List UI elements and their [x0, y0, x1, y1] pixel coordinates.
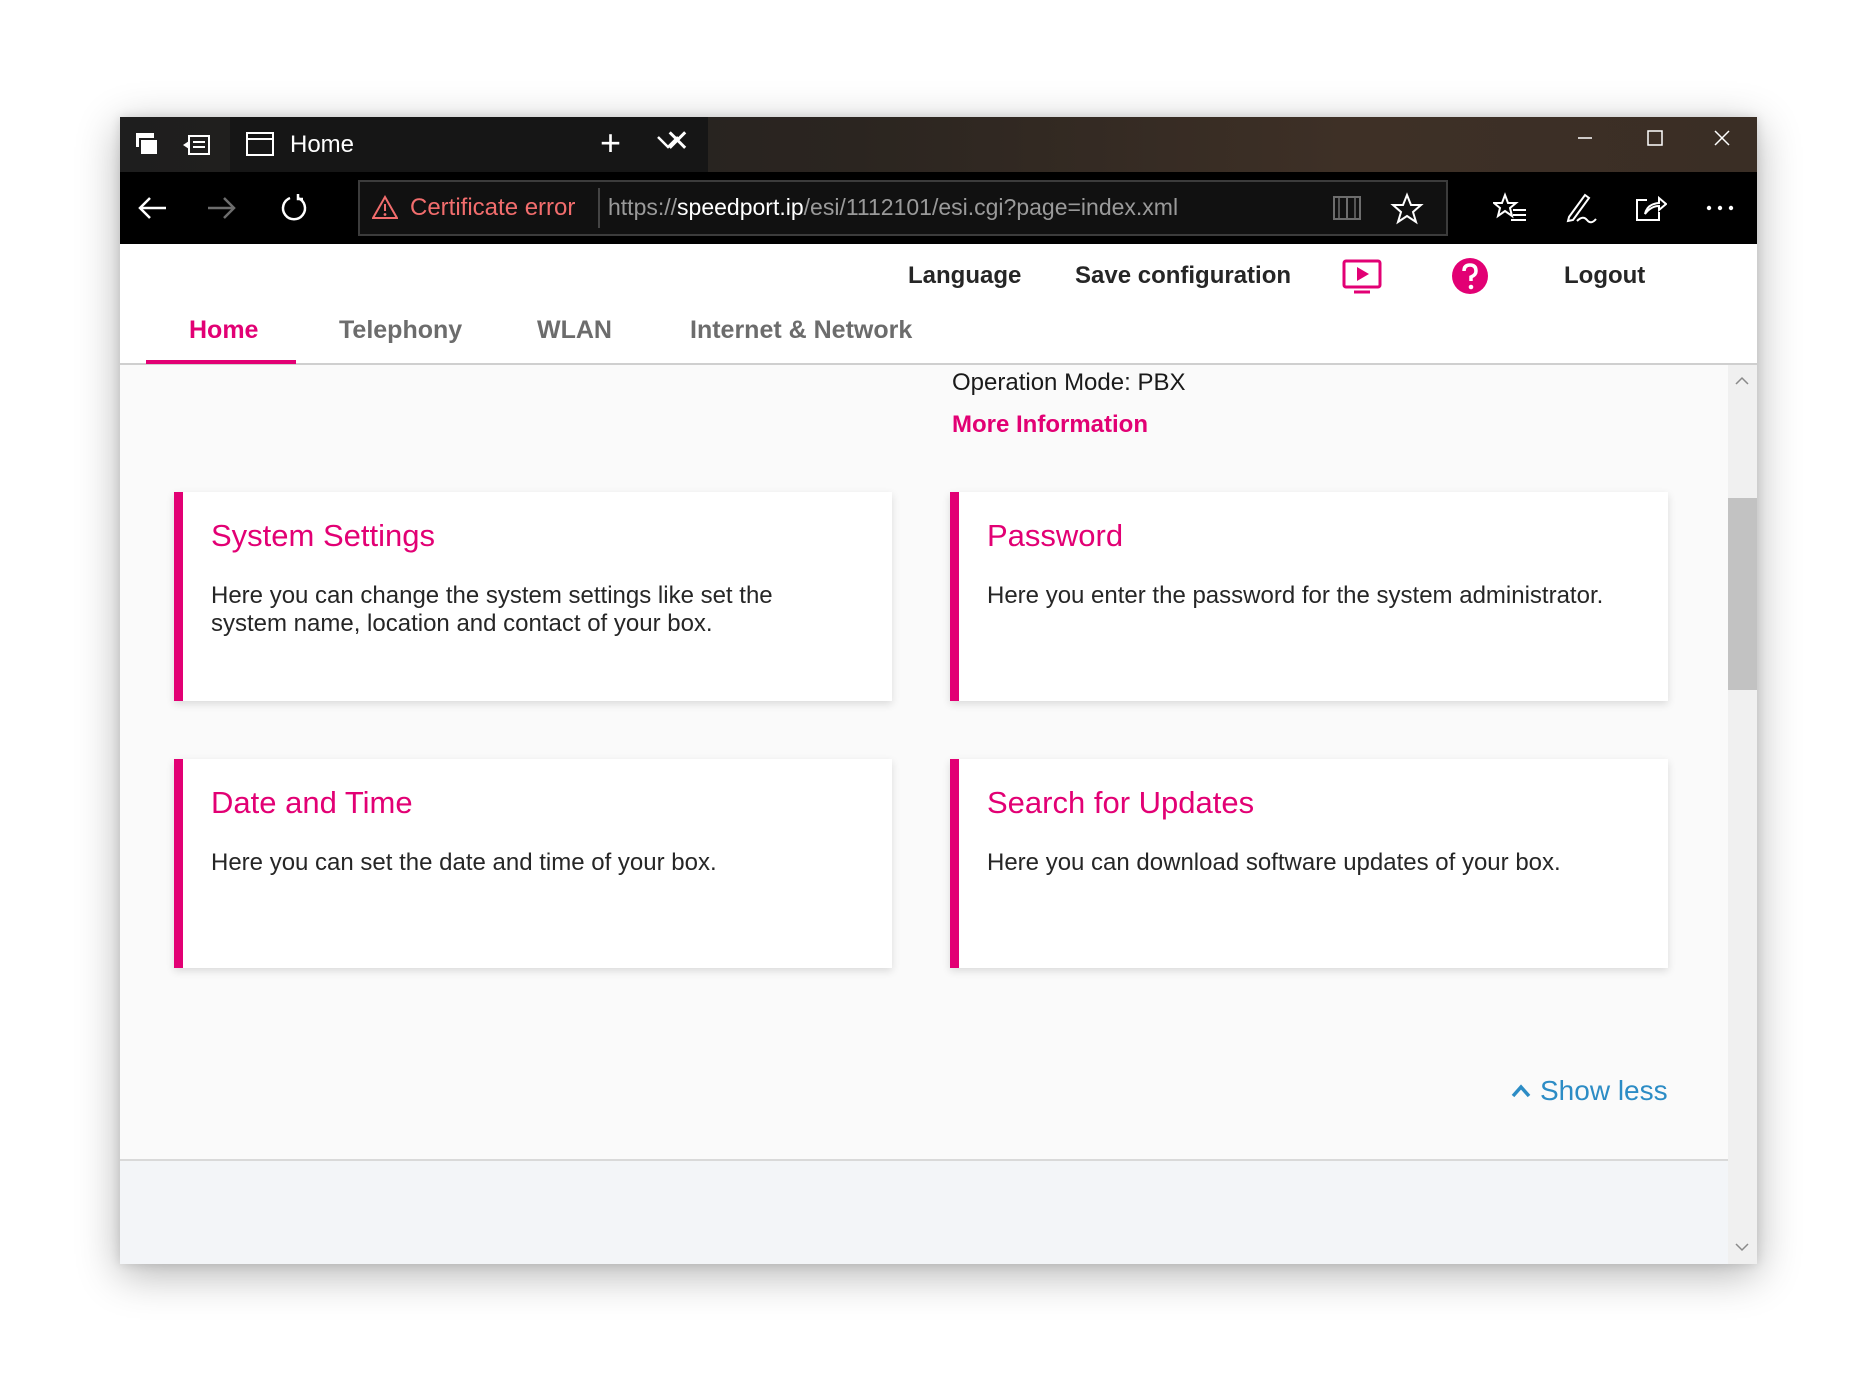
- tab-title: Home: [290, 131, 355, 158]
- forward-arrow-icon[interactable]: [202, 190, 242, 226]
- scroll-down-arrow-icon[interactable]: [1734, 1239, 1750, 1255]
- nav-telephony[interactable]: Telephony: [339, 316, 462, 345]
- favorites-hub-icon[interactable]: [1490, 190, 1530, 226]
- show-less-label: Show less: [1540, 1075, 1668, 1106]
- minimize-icon[interactable]: [1550, 117, 1620, 159]
- card-password[interactable]: Password Here you enter the password for…: [950, 492, 1668, 701]
- card-description: Here you can download software updates o…: [987, 849, 1561, 876]
- card-title: Date and Time: [211, 785, 413, 820]
- show-less-link[interactable]: Show less: [1510, 1075, 1668, 1107]
- certificate-error-indicator[interactable]: Certificate error: [372, 192, 575, 224]
- scrollbar-thumb[interactable]: [1728, 498, 1757, 690]
- refresh-icon[interactable]: [274, 190, 314, 226]
- browser-window: Home ✕ + Certificate error https://speed…: [120, 117, 1757, 1264]
- active-nav-indicator: [146, 360, 296, 364]
- scroll-up-arrow-icon[interactable]: [1734, 373, 1750, 389]
- nav-home[interactable]: Home: [189, 316, 258, 345]
- back-arrow-icon[interactable]: [132, 190, 172, 226]
- url-path: /esi/1112101/esi.cgi?page=index.xml: [803, 194, 1179, 220]
- page-footer: [120, 1159, 1728, 1264]
- operation-mode-text: Operation Mode: PBX: [952, 369, 1186, 396]
- card-search-for-updates[interactable]: Search for Updates Here you can download…: [950, 759, 1668, 968]
- card-title: Password: [987, 518, 1124, 553]
- maximize-icon[interactable]: [1620, 117, 1690, 159]
- main-content: Operation Mode: PBX More Information Sys…: [120, 365, 1728, 1264]
- tab-actions-icon[interactable]: [128, 127, 168, 163]
- card-title: System Settings: [211, 518, 435, 553]
- url-text[interactable]: https://speedport.ip/esi/1112101/esi.cgi…: [608, 194, 1178, 221]
- nav-wlan[interactable]: WLAN: [537, 316, 612, 345]
- url-host: speedport.ip: [677, 194, 804, 220]
- share-icon[interactable]: [1630, 190, 1670, 226]
- more-information-link[interactable]: More Information: [952, 411, 1148, 439]
- page-header: Language Save configuration Logout Home …: [120, 244, 1757, 365]
- tab-list-chevron-icon[interactable]: [655, 129, 681, 160]
- nav-internet-network[interactable]: Internet & Network: [690, 316, 912, 345]
- set-tabs-aside-icon[interactable]: [176, 127, 216, 163]
- page-icon: [246, 132, 274, 156]
- title-bar: Home ✕ +: [120, 117, 1757, 172]
- language-link[interactable]: Language: [908, 262, 1021, 290]
- card-title: Search for Updates: [987, 785, 1255, 820]
- web-notes-pen-icon[interactable]: [1560, 190, 1600, 226]
- logout-link[interactable]: Logout: [1564, 262, 1645, 290]
- more-options-icon[interactable]: [1700, 190, 1740, 226]
- close-window-icon[interactable]: [1687, 117, 1757, 159]
- card-description: Here you can change the system settings …: [211, 582, 773, 637]
- card-description: Here you enter the password for the syst…: [987, 582, 1604, 609]
- new-tab-icon[interactable]: +: [600, 125, 621, 161]
- save-configuration-link[interactable]: Save configuration: [1075, 262, 1291, 290]
- video-play-icon[interactable]: [1342, 256, 1382, 296]
- vertical-scrollbar[interactable]: [1728, 365, 1757, 1264]
- card-date-and-time[interactable]: Date and Time Here you can set the date …: [174, 759, 892, 968]
- certificate-error-label: Certificate error: [410, 194, 576, 221]
- chevron-up-icon: [1511, 1084, 1531, 1098]
- card-system-settings[interactable]: System Settings Here you can change the …: [174, 492, 892, 701]
- warning-triangle-icon: [372, 195, 398, 219]
- address-bar: Certificate error https://speedport.ip/e…: [120, 172, 1757, 244]
- tab-home[interactable]: Home ✕: [230, 117, 708, 172]
- help-question-icon[interactable]: [1450, 256, 1490, 296]
- url-field[interactable]: Certificate error https://speedport.ip/e…: [358, 180, 1448, 236]
- web-page: Language Save configuration Logout Home …: [120, 244, 1757, 1264]
- reading-view-icon[interactable]: [1332, 194, 1362, 222]
- url-separator: [598, 188, 600, 228]
- add-favorite-star-icon[interactable]: [1390, 192, 1424, 226]
- url-scheme: https://: [608, 194, 678, 220]
- card-description: Here you can set the date and time of yo…: [211, 849, 717, 876]
